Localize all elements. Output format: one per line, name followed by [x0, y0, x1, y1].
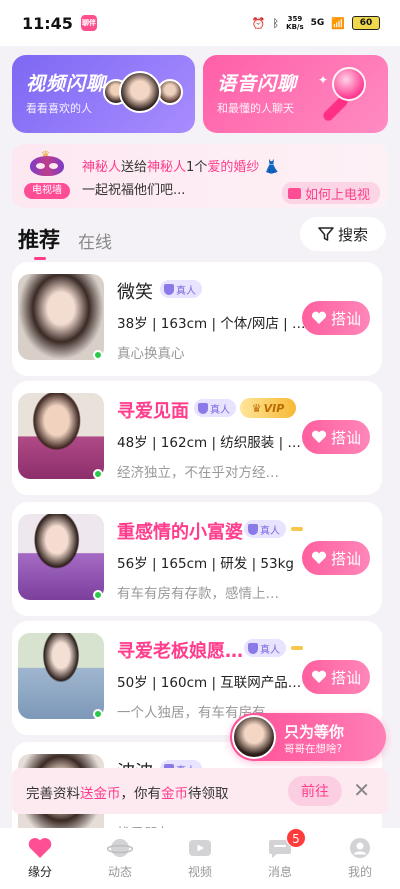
bluetooth-icon: ᛒ — [272, 16, 280, 30]
video-chat-card[interactable]: 视频闪聊 看看喜欢的人 — [12, 55, 195, 133]
crown-icon: ♛ — [251, 401, 262, 415]
user-info: 38岁 | 163cm | 个体/网店 | 5… — [117, 316, 307, 332]
video-chat-title: 视频闪聊 — [26, 73, 107, 95]
greet-button[interactable]: 搭讪 — [302, 301, 370, 335]
tab-online[interactable]: 在线 — [78, 228, 112, 254]
user-photo[interactable] — [18, 393, 104, 479]
greet-button[interactable]: 搭讪 — [302, 420, 370, 454]
alarm-icon: ⏰ — [251, 16, 266, 30]
online-indicator — [93, 350, 103, 360]
voice-chat-card[interactable]: 语音闪聊 和最懂的人聊天 ✦ — [203, 55, 388, 133]
tv-blessing-text: 一起祝福他们吧... — [82, 183, 186, 198]
user-bio: 有车有房有存款，感情上… — [117, 586, 279, 602]
online-indicator — [93, 469, 103, 479]
heart-icon — [28, 838, 52, 858]
user-card[interactable]: 微笑 真人 38岁 | 163cm | 个体/网店 | 5… 真心换真心 搭讪 — [12, 262, 382, 376]
status-time: 11:45 — [22, 13, 73, 33]
avatar — [232, 715, 276, 759]
user-card[interactable]: 寻爱见面 真人 ♛ VIP 48岁 | 162cm | 纺织服装 | 6… 经济独… — [12, 381, 382, 495]
user-name: 微笑 — [117, 282, 153, 303]
user-photo[interactable] — [18, 633, 104, 719]
tv-icon — [287, 187, 301, 199]
vip-badge: ♛ VIP — [240, 398, 296, 418]
real-person-badge: 真人 — [160, 280, 202, 298]
avatar — [119, 71, 161, 113]
tv-wall-banner[interactable]: ♛ 电视墙 神秘人送给神秘人1个爱的婚纱 👗 一起祝福他们吧... 如何上电视 — [12, 144, 388, 208]
status-bar: 11:45 聊伴 ⏰ ᛒ 359 KB/s 5G 📶 60 — [0, 0, 400, 46]
nav-item-moments[interactable]: 动态 — [90, 836, 150, 880]
network-speed: 359 KB/s — [286, 15, 304, 31]
mask-icon: ♛ — [26, 150, 68, 182]
user-card[interactable]: 重感情的小富婆 真人 56岁 | 165cm | 研发 | 53kg 有车有房有… — [12, 502, 382, 616]
online-indicator — [93, 590, 103, 600]
tv-gift-message: 神秘人送给神秘人1个爱的婚纱 👗 — [82, 160, 280, 175]
app-notification-icon: 聊伴 — [80, 15, 97, 31]
tab-recommend[interactable]: 推荐 — [18, 224, 60, 260]
shield-icon — [248, 642, 258, 654]
user-info: 50岁 | 160cm | 互联网产品… — [117, 675, 302, 691]
shield-icon — [164, 283, 174, 295]
user-bio: 经济独立，不在乎对方经… — [117, 465, 279, 481]
planet-icon — [107, 839, 133, 857]
shield-icon — [198, 402, 208, 414]
profile-icon — [350, 838, 370, 858]
wedding-dress-icon: 👗 — [259, 160, 280, 175]
filter-icon — [318, 227, 334, 241]
user-bio: 真心换真心 — [117, 346, 185, 362]
bubble-subtitle: 哥哥在想啥? — [284, 743, 343, 755]
greet-button[interactable]: 搭讪 — [302, 660, 370, 694]
user-photo[interactable] — [18, 514, 104, 600]
video-chat-subtitle: 看看喜欢的人 — [26, 102, 92, 115]
online-indicator — [93, 709, 103, 719]
heart-icon — [311, 430, 327, 443]
close-icon[interactable]: ✕ — [353, 778, 370, 802]
bottom-nav: 缘分 动态 视频 5 消息 我的 — [0, 828, 400, 889]
signal-label: 5G — [310, 18, 325, 28]
microphone-icon: ✦ — [310, 67, 370, 127]
shield-icon — [248, 523, 258, 535]
go-button[interactable]: 前往 — [288, 776, 342, 806]
tv-wall-tag: 电视墙 — [24, 183, 70, 199]
voice-chat-subtitle: 和最懂的人聊天 — [217, 102, 294, 115]
user-name: 寻爱见面 — [117, 401, 189, 422]
real-person-badge: 真人 — [194, 399, 236, 417]
user-info: 56岁 | 165cm | 研发 | 53kg — [117, 556, 294, 572]
avatar-cluster — [103, 71, 187, 117]
real-person-badge: 真人 — [244, 639, 286, 657]
user-name: 寻爱老板娘愿… — [117, 641, 243, 662]
nav-item-fate[interactable]: 缘分 — [10, 836, 70, 880]
nav-item-profile[interactable]: 我的 — [330, 836, 390, 880]
search-button[interactable]: 搜索 — [300, 217, 386, 251]
wifi-icon: 📶 — [331, 16, 345, 30]
vip-badge — [291, 646, 303, 650]
heart-icon — [311, 311, 327, 324]
how-to-tv-button[interactable]: 如何上电视 — [281, 182, 380, 204]
tab-bar: 推荐 在线 — [18, 220, 112, 260]
heart-icon — [311, 670, 327, 683]
voice-chat-title: 语音闪聊 — [217, 73, 298, 95]
unread-badge: 5 — [286, 828, 306, 848]
waiting-for-you-bubble[interactable]: 只为等你 哥哥在想啥? — [230, 713, 386, 761]
vip-badge — [291, 527, 303, 531]
battery-icon: 60 — [352, 16, 380, 30]
nav-item-messages[interactable]: 5 消息 — [250, 828, 310, 880]
user-photo[interactable] — [18, 274, 104, 360]
video-icon — [189, 840, 211, 856]
greet-button[interactable]: 搭讪 — [302, 541, 370, 575]
reward-text: 完善资料送金币，你有金币待领取 — [26, 786, 229, 802]
feature-row: 视频闪聊 看看喜欢的人 语音闪聊 和最懂的人聊天 ✦ — [12, 55, 388, 133]
heart-icon — [311, 551, 327, 564]
user-name: 重感情的小富婆 — [117, 522, 243, 543]
real-person-badge: 真人 — [244, 520, 286, 538]
reward-bar: 完善资料送金币，你有金币待领取 前往 ✕ — [12, 768, 388, 814]
bubble-title: 只为等你 — [284, 723, 345, 741]
nav-item-video[interactable]: 视频 — [170, 836, 230, 880]
user-info: 48岁 | 162cm | 纺织服装 | 6… — [117, 435, 307, 451]
